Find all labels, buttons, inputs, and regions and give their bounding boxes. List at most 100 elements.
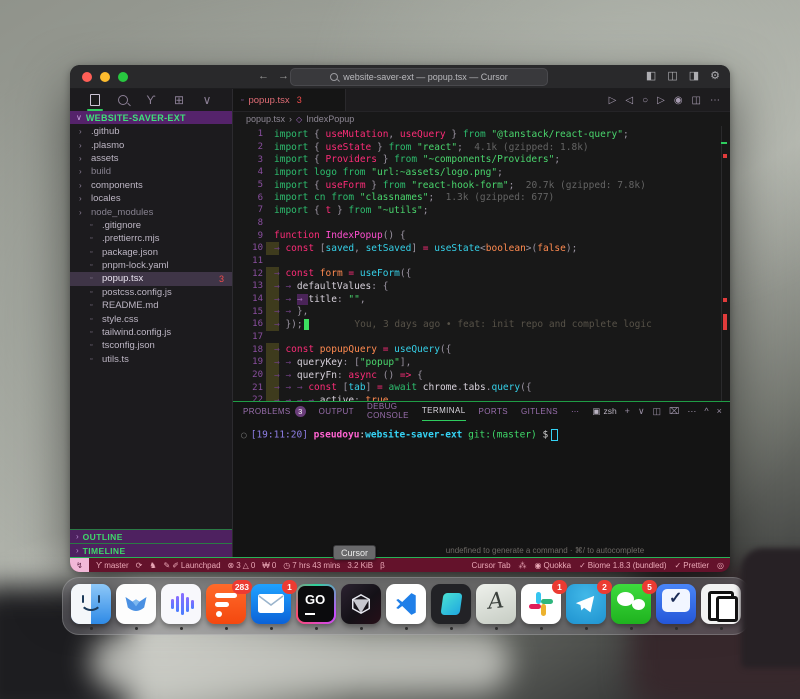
snooze-icon[interactable]: ⁂: [519, 561, 527, 570]
minimize-window-button[interactable]: [100, 72, 110, 82]
layout-panel-icon[interactable]: ◫: [667, 69, 677, 84]
code-line-20[interactable]: 20→ → queryFn: async () => {: [233, 369, 730, 382]
remote-indicator[interactable]: ↯: [70, 558, 89, 572]
terminal-dropdown-icon[interactable]: ∨: [638, 406, 645, 417]
split-editor-icon[interactable]: ◫: [692, 95, 701, 106]
command-center-search[interactable]: website-saver-ext — popup.tsx — Cursor: [290, 68, 548, 86]
tree-item-components[interactable]: ›components: [70, 179, 232, 192]
finder-icon[interactable]: [71, 584, 111, 624]
tree-item--github[interactable]: ›.github: [70, 125, 232, 138]
code-line-11[interactable]: 11: [233, 255, 730, 268]
dock-app-telegram[interactable]: 2: [566, 584, 606, 630]
more-actions-icon[interactable]: ⋯: [710, 95, 720, 106]
code-line-22[interactable]: 22→ → → → active: true,: [233, 394, 730, 401]
dock-app-waveform-app[interactable]: [161, 584, 201, 630]
code-line-14[interactable]: 14→ → → title: "",: [233, 293, 730, 306]
dock-app-frames-app[interactable]: [701, 584, 741, 630]
code-line-12[interactable]: 12→ const form = useForm({: [233, 267, 730, 280]
breadcrumb[interactable]: popup.tsx › ◇ IndexPopup: [233, 112, 730, 126]
time-tracker-item[interactable]: ◷7 hrs 43 mins: [283, 561, 340, 570]
layout-sidebar-left-icon[interactable]: ◧: [646, 69, 656, 84]
sync-icon[interactable]: ⟳: [136, 561, 143, 570]
dock-app-slack[interactable]: 1: [521, 584, 561, 630]
maximize-panel-icon[interactable]: ^: [704, 406, 708, 416]
dock-app-finder[interactable]: [71, 584, 111, 630]
filesize-item[interactable]: 3.2 KiB: [347, 561, 373, 570]
teal-card-app-icon[interactable]: [431, 584, 471, 624]
sidebar-section-timeline[interactable]: ›TIMELINE: [70, 543, 232, 557]
code-line-3[interactable]: 3import { Providers } from "~components/…: [233, 153, 730, 166]
tab-popup-tsx[interactable]: ▫ popup.tsx 3: [233, 89, 346, 111]
fox-app-icon[interactable]: [116, 584, 156, 624]
code-line-19[interactable]: 19→ → queryKey: ["popup"],: [233, 356, 730, 369]
extensions-icon[interactable]: ⊞: [170, 90, 188, 110]
dock-app-things[interactable]: ✓: [656, 584, 696, 630]
code-line-6[interactable]: 6import cn from "classnames"; 1.3k (gzip…: [233, 191, 730, 204]
code-line-16[interactable]: 16→ }); You, 3 days ago • feat: init rep…: [233, 318, 730, 331]
new-terminal-button[interactable]: +: [625, 406, 630, 416]
code-line-10[interactable]: 10→ const [saved, setSaved] = useState<b…: [233, 242, 730, 255]
back-icon[interactable]: ←: [258, 69, 269, 83]
tree-item-postcss-config-js[interactable]: ▫postcss.config.js: [70, 286, 232, 299]
terminal[interactable]: ○[19:11:20] pseudoyu:website-saver-ext g…: [233, 420, 730, 557]
code-line-17[interactable]: 17: [233, 331, 730, 344]
dock-app-wechat[interactable]: 5: [611, 584, 651, 630]
more-tabs-icon[interactable]: ⋯: [571, 402, 579, 420]
scribble-a-app-icon[interactable]: A: [476, 584, 516, 624]
dock-app-fox-app[interactable]: [116, 584, 156, 630]
tree-item-package-json[interactable]: ▫package.json: [70, 246, 232, 259]
bell-icon[interactable]: ◎: [717, 561, 724, 570]
dock-app-vscode[interactable]: [386, 584, 426, 630]
tree-item--gitignore[interactable]: ▫.gitignore: [70, 219, 232, 232]
code-line-21[interactable]: 21→ → → const [tab] = await chrome.tabs.…: [233, 381, 730, 394]
tree-item-build[interactable]: ›build: [70, 165, 232, 178]
split-terminal-icon[interactable]: ◫: [653, 406, 662, 417]
vscode-icon[interactable]: [386, 584, 426, 624]
code-line-2[interactable]: 2import { useState } from "react"; 4.1k …: [233, 141, 730, 154]
quokka-item[interactable]: ◉Quokka: [535, 561, 572, 570]
dock-app-rss-reader-app[interactable]: 283: [206, 584, 246, 630]
titlebar[interactable]: ← → website-saver-ext — popup.tsx — Curs…: [70, 65, 730, 89]
dock-app-cursor[interactable]: [341, 584, 381, 630]
settings-gear-icon[interactable]: ⚙: [710, 69, 720, 84]
tree-item-pnpm-lock-yaml[interactable]: ▫pnpm-lock.yaml: [70, 259, 232, 272]
cursor-icon[interactable]: [341, 584, 381, 624]
code-line-1[interactable]: 1import { useMutation, useQuery } from "…: [233, 128, 730, 141]
source-control-icon[interactable]: ϒ: [142, 90, 160, 110]
tree-item-locales[interactable]: ›locales: [70, 192, 232, 205]
code-line-4[interactable]: 4import logo from "url:~assets/logo.png"…: [233, 166, 730, 179]
next-change-icon[interactable]: ▷: [657, 95, 665, 106]
chevron-down-icon[interactable]: ∨: [198, 90, 216, 110]
tree-item-style-css[interactable]: ▫style.css: [70, 312, 232, 325]
problems-tab[interactable]: PROBLEMS3: [243, 402, 306, 420]
kill-terminal-icon[interactable]: ⌧: [669, 406, 679, 417]
dock-app-scribble-a-app[interactable]: A: [476, 584, 516, 630]
code-line-18[interactable]: 18→ const popupQuery = useQuery({: [233, 343, 730, 356]
code-line-5[interactable]: 5import { useForm } from "react-hook-for…: [233, 179, 730, 192]
zoom-window-button[interactable]: [118, 72, 128, 82]
explorer-root-header[interactable]: ∨ WEBSITE-SAVER-EXT: [70, 111, 232, 124]
git-branch-item[interactable]: ϒmaster: [96, 561, 129, 570]
code-line-15[interactable]: 15→ → },: [233, 305, 730, 318]
code-line-13[interactable]: 13→ → defaultValues: {: [233, 280, 730, 293]
breadcrumb-file[interactable]: popup.tsx: [246, 114, 285, 124]
cursor-tab-item[interactable]: Cursor Tab: [472, 561, 511, 570]
goland-icon[interactable]: GO: [296, 584, 336, 624]
launchpad-item[interactable]: ✎✐Launchpad: [164, 561, 221, 570]
debug-console-tab[interactable]: DEBUG CONSOLE: [367, 402, 409, 420]
tree-item-readme-md[interactable]: ▫README.md: [70, 299, 232, 312]
dock-app-teal-card-app[interactable]: [431, 584, 471, 630]
forward-icon[interactable]: →: [278, 69, 289, 83]
prev-change-icon[interactable]: ○: [642, 95, 648, 106]
shell-selector[interactable]: ▣zsh: [592, 406, 616, 417]
layout-sidebar-right-icon[interactable]: ◨: [689, 69, 699, 84]
tree-item-popup-tsx[interactable]: ▫popup.tsx3: [70, 272, 232, 285]
close-panel-icon[interactable]: ×: [717, 406, 722, 416]
code-line-7[interactable]: 7import { t } from "~utils";: [233, 204, 730, 217]
code-line-9[interactable]: 9function IndexPopup() {: [233, 229, 730, 242]
pet-icon[interactable]: ♞: [149, 561, 156, 570]
tree-item--prettierrc-mjs[interactable]: ▫.prettierrc.mjs: [70, 232, 232, 245]
run-button[interactable]: ▷: [609, 95, 617, 106]
search-icon[interactable]: [114, 90, 132, 110]
counter-item[interactable]: ₩0: [262, 561, 276, 570]
